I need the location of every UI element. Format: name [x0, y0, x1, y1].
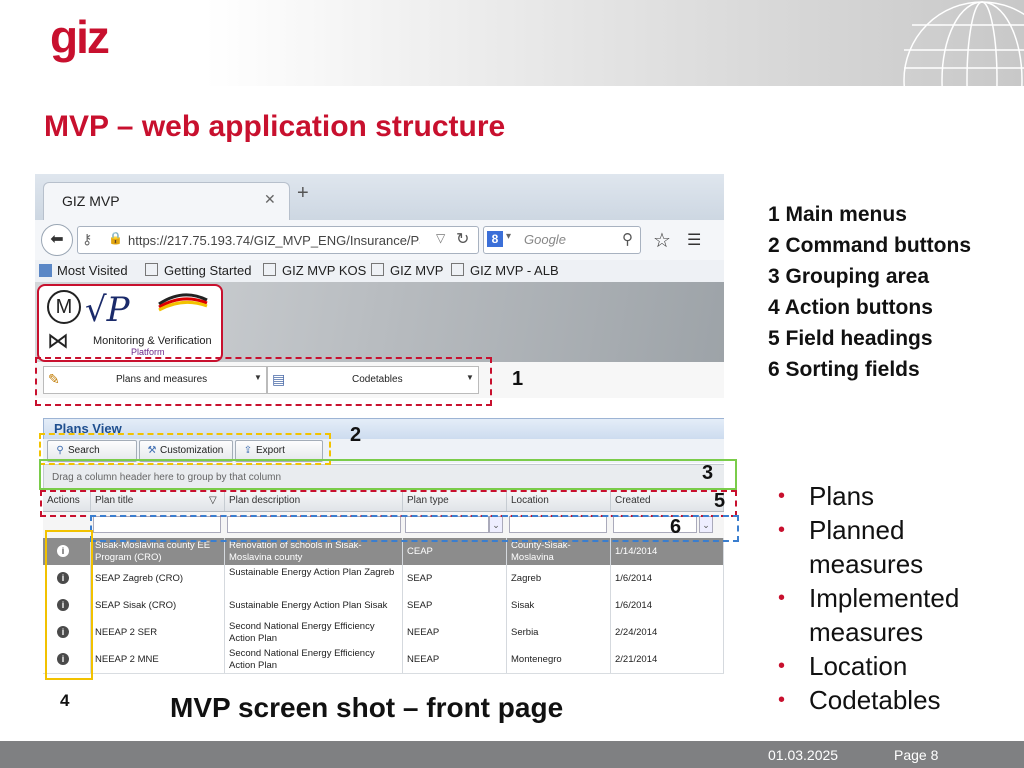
browser-nav-bar: ⬅ ⚷ 🔒 https://217.75.193.74/GIZ_MVP_ENG/…: [35, 220, 724, 260]
callout-3: 3: [702, 462, 714, 484]
lock-icon: 🔒: [108, 231, 123, 245]
bookmark-giz-mvp-alb[interactable]: GIZ MVP - ALB: [451, 263, 559, 278]
logo-subtitle: Monitoring & Verification: [93, 335, 212, 347]
browser-search-box[interactable]: 8 ▾ Google ⚲: [483, 226, 641, 254]
meter-icon: M: [47, 290, 81, 324]
table-row[interactable]: i SEAP Sisak (CRO) Sustainable Energy Ac…: [43, 592, 724, 620]
dropdown-icon[interactable]: ▽: [436, 231, 445, 245]
key-icon: ⚷: [82, 231, 93, 247]
legend-item: 2 Command buttons: [768, 234, 971, 257]
callout-2: 2: [350, 424, 362, 446]
back-button[interactable]: ⬅: [41, 224, 73, 256]
logo-platform: Platform: [131, 347, 165, 357]
bullet-item: Planned measures: [778, 513, 939, 581]
bullet-list: Plans Planned measures Implemented measu…: [778, 479, 989, 717]
bookmark-giz-mvp[interactable]: GIZ MVP: [371, 263, 443, 278]
mvp-logo-p: √P: [85, 290, 130, 330]
tab-title: GIZ MVP: [62, 193, 120, 209]
slide-footer: 01.03.2025 Page 8: [0, 741, 1024, 768]
bookmark-getting-started[interactable]: Getting Started: [145, 263, 251, 278]
legend-item: 5 Field headings: [768, 327, 933, 350]
legend-item: 1 Main menus: [768, 203, 907, 226]
bookmark-icon: [39, 264, 52, 277]
slide-header: giz: [0, 0, 1024, 86]
table-row[interactable]: i NEEAP 2 SER Second National Energy Eff…: [43, 619, 724, 647]
address-bar[interactable]: ⚷ 🔒 https://217.75.193.74/GIZ_MVP_ENG/In…: [77, 226, 479, 254]
main-menus-highlight: [35, 357, 492, 406]
bullet-item: Location: [778, 649, 989, 683]
bullet-item: Plans: [778, 479, 989, 513]
callout-4: 4: [60, 691, 70, 710]
footer-date: 01.03.2025: [768, 747, 839, 763]
callout-5: 5: [714, 490, 726, 512]
slide-title: MVP – web application structure: [44, 110, 506, 143]
sorting-fields-highlight: [90, 515, 739, 542]
close-icon[interactable]: ✕: [264, 191, 276, 208]
legend-list: 1 Main menus 2 Command buttons 3 Groupin…: [768, 199, 971, 385]
callout-1: 1: [512, 368, 524, 390]
table-row[interactable]: i NEEAP 2 MNE Second National Energy Eff…: [43, 646, 724, 674]
mvp-screenshot: GIZ MVP ✕ + ⬅ ⚷ 🔒 https://217.75.193.74/…: [35, 174, 724, 674]
bullet-item: Implemented measures: [778, 581, 989, 649]
url-text: https://217.75.193.74/GIZ_MVP_ENG/Insura…: [128, 233, 420, 248]
bookmark-giz-mvp-kos[interactable]: GIZ MVP KOS: [263, 263, 366, 278]
bullet-item: Codetables: [778, 683, 989, 717]
reload-icon[interactable]: ↻: [456, 229, 469, 249]
legend-item: 6 Sorting fields: [768, 358, 920, 381]
browser-tab[interactable]: GIZ MVP ✕: [43, 182, 290, 221]
chevron-down-icon[interactable]: ▾: [506, 231, 511, 242]
footer-page: Page 8: [894, 747, 939, 763]
bookmarks-bar: Most Visited Getting Started GIZ MVP KOS…: [35, 260, 724, 283]
browser-tab-bar: GIZ MVP ✕ +: [35, 174, 724, 221]
bookmarks-menu-icon[interactable]: ☰: [687, 230, 701, 250]
search-icon[interactable]: ⚲: [622, 230, 633, 248]
search-placeholder: Google: [524, 232, 566, 247]
new-tab-icon[interactable]: +: [297, 182, 309, 205]
screenshot-caption: MVP screen shot – front page: [170, 692, 564, 723]
field-headings-highlight: [40, 490, 737, 517]
table-row[interactable]: i Sisak-Moslavina county EE Program (CRO…: [43, 538, 724, 566]
callout-6: 6: [670, 516, 682, 538]
table-row[interactable]: i SEAP Zagreb (CRO) Sustainable Energy A…: [43, 565, 724, 593]
giz-logo: giz: [50, 11, 110, 63]
german-cooperation-icon: [158, 293, 208, 312]
legend-item: 4 Action buttons: [768, 296, 933, 319]
valve-icon: ⋈: [47, 328, 69, 353]
bookmark-most-visited[interactable]: Most Visited: [57, 263, 128, 278]
globe-graphic: [892, 0, 1024, 86]
google-icon: 8: [487, 231, 503, 247]
mvp-logo: M ⋈ √P Monitoring & Verification Platfor…: [37, 284, 223, 362]
star-icon[interactable]: ☆: [653, 228, 671, 253]
action-buttons-highlight: [45, 530, 93, 680]
grouping-area-highlight: [39, 459, 737, 490]
legend-item: 3 Grouping area: [768, 265, 930, 288]
